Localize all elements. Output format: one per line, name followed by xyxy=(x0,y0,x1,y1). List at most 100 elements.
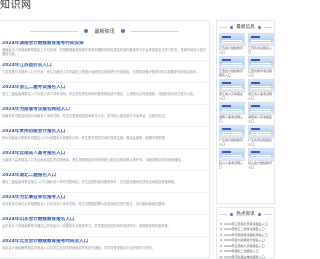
hot-list-item[interactable]: 2024年河南省考试报名网站入口 xyxy=(220,232,271,238)
thumbnail-image[interactable] xyxy=(219,102,245,115)
hot-list-item-text[interactable]: 2024年贵州初级会计报名入口 xyxy=(224,238,265,242)
bullet-icon xyxy=(230,25,234,29)
thumbnail-card[interactable]: 江苏省考试报名入口 xyxy=(248,33,274,54)
thumbnail-image[interactable] xyxy=(219,148,245,161)
thumbnail-card[interactable]: 广东会计继续教育入口 xyxy=(219,125,245,146)
bullet-icon xyxy=(230,212,234,216)
hot-info-panel: 热点资讯 2024年江苏造价员考试报名入口 2024年浙江二建考试报名入口 20… xyxy=(216,207,275,259)
bullet-icon xyxy=(257,25,261,29)
hot-info-header: 热点资讯 xyxy=(217,208,274,220)
divider xyxy=(130,30,179,32)
thumbnail-caption[interactable]: 江苏会计继续教育入口 xyxy=(219,46,245,54)
site-title[interactable]: 知识网 xyxy=(0,0,32,12)
news-item: 2024年云南成人高考报名入口 云南成人高考报名入口为云南省招生考试院官网，考生… xyxy=(2,149,207,171)
news-item-summary: 河北省事业单位公开招聘报名入口为河北人事考试网，考生可根据招聘公告选择岗位进行报… xyxy=(2,202,168,206)
thumbnail-card[interactable]: 江西省教育考试院入口 xyxy=(248,56,274,77)
divider xyxy=(30,30,79,32)
bullet-icon xyxy=(84,29,89,33)
thumbnail-grid: 江苏会计继续教育入口 江苏省考试报名入口 江西会计继续教育报名入口 江西省教育考… xyxy=(217,33,274,169)
latest-news-heading: 最新资讯 xyxy=(94,28,115,35)
latest-info-header: 最新信息 xyxy=(217,21,274,33)
thumbnail-caption[interactable]: 江西会计继续教育报名入口 xyxy=(219,69,245,77)
news-item-summary: 湖南会计人员继续教育报名工作已启动，请按照湖南省财政厅发布的通知安排在规定时间内… xyxy=(2,48,206,57)
thumbnail-card[interactable]: 四川人事考试网入口 xyxy=(219,148,245,169)
thumbnail-image[interactable] xyxy=(248,33,274,46)
hot-list-item[interactable]: 2024年河北事业单位报考入口 xyxy=(220,254,271,259)
thumbnail-image[interactable] xyxy=(219,33,245,46)
thumbnail-image[interactable] xyxy=(248,56,274,69)
thumbnail-card[interactable]: 广东省考试院报名入口 xyxy=(248,125,274,146)
news-item-title[interactable]: 2024年湖北二建报名入口 xyxy=(2,173,207,179)
thumbnail-image[interactable] xyxy=(248,125,274,138)
divider xyxy=(263,26,272,28)
thumbnail-card[interactable]: 四川会计继续教育入口 xyxy=(248,148,274,169)
hot-list-item-text[interactable]: 2024年云南成人高考报名入口 xyxy=(224,244,265,248)
thumbnail-caption[interactable]: 广东会计继续教育入口 xyxy=(219,138,245,146)
thumbnail-card[interactable]: 湖南成人高考报名入口 xyxy=(248,102,274,123)
hot-list-item[interactable]: 2024年云南成人高考报名入口 xyxy=(220,243,271,249)
news-item-title[interactable]: 2024年江苏造价员入口 xyxy=(2,63,207,69)
thumbnail-caption[interactable]: 广东省考试院报名入口 xyxy=(248,138,274,146)
thumbnail-image[interactable] xyxy=(219,79,245,92)
news-item-summary: 河南省考试报名网站为河南省人事考试网，考生可登录网站查询考试公告、进行网上报名和… xyxy=(2,114,168,118)
thumbnail-card[interactable]: 浙江成人高考报名入口 xyxy=(219,79,245,100)
thumbnail-image[interactable] xyxy=(248,148,274,161)
hot-list-item-text[interactable]: 2024年河北事业单位报考入口 xyxy=(224,255,265,259)
news-item-title[interactable]: 2024年云南成人高考报名入口 xyxy=(2,151,207,157)
news-item: 2024年湖南会计继续教育报考时间安排 湖南会计人员继续教育报名工作已启动，请按… xyxy=(2,39,207,61)
hot-list-item-text[interactable]: 2024年浙江二建考试报名入口 xyxy=(224,227,265,231)
thumbnail-caption[interactable]: 江苏省考试报名入口 xyxy=(248,46,274,54)
thumbnail-caption[interactable]: 浙江省人事考试网入口 xyxy=(248,92,274,100)
news-item-title[interactable]: 2024年贵州初级会计报名入口 xyxy=(2,129,207,135)
thumbnail-caption[interactable]: 四川人事考试网入口 xyxy=(219,161,245,169)
news-item-title[interactable]: 2024年北京会计继续教育报考时间及入口 xyxy=(2,239,207,245)
thumbnail-image[interactable] xyxy=(248,79,274,92)
divider xyxy=(263,213,272,215)
thumbnail-caption[interactable]: 江西省教育考试院入口 xyxy=(248,69,274,77)
bullet-icon xyxy=(120,29,125,33)
bullet-icon xyxy=(220,239,222,242)
hot-list-item[interactable]: 2024年浙江二建考试报名入口 xyxy=(220,227,271,233)
thumbnail-caption[interactable]: 浙江成人高考报名入口 xyxy=(219,92,245,100)
news-item: 2024年河北事业单位报考入口 河北省事业单位公开招聘报名入口为河北人事考试网，… xyxy=(2,193,207,215)
hot-list: 2024年江苏造价员考试报名入口 2024年浙江二建考试报名入口 2024年河南… xyxy=(217,220,274,259)
news-item: 2024年湖北二建报名入口 湖北二级建造师考试报名入口为湖北省人事考试院网站，考… xyxy=(2,171,207,193)
bullet-icon xyxy=(220,228,222,231)
bullet-icon xyxy=(257,212,261,216)
news-item-summary: 北京会计继续教育报名时间及入口请关注北京市财政局发布的官方通知，学员可登录指定平… xyxy=(2,246,155,250)
divider xyxy=(219,26,228,28)
news-item-title[interactable]: 2024年河南省考试报名网站入口 xyxy=(2,107,207,113)
news-item-title[interactable]: 2024年河北事业单位报考入口 xyxy=(2,195,207,201)
thumbnail-image[interactable] xyxy=(219,56,245,69)
thumbnail-caption[interactable]: 四川会计继续教育入口 xyxy=(248,161,274,169)
thumbnail-caption[interactable]: 湖南人事考试网入口 xyxy=(219,115,245,123)
thumbnail-card[interactable]: 浙江省人事考试网入口 xyxy=(248,79,274,100)
news-item: 2024年北京会计继续教育报考时间及入口 北京会计继续教育报名时间及入口请关注北… xyxy=(2,237,207,258)
latest-info-heading: 最新信息 xyxy=(236,25,255,30)
hot-list-item-text[interactable]: 2024年江苏造价员考试报名入口 xyxy=(224,222,268,226)
news-item-title[interactable]: 2024年浙江二建考试报名入口 xyxy=(2,85,207,91)
news-item: 2024年河南省考试报名网站入口 河南省考试报名网站为河南省人事考试网，考生可登… xyxy=(2,105,207,127)
divider xyxy=(219,213,228,215)
latest-news-panel: 最新资讯 2024年湖南会计继续教育报考时间安排 湖南会计人员继续教育报名工作已… xyxy=(0,20,210,259)
hot-list-item-text[interactable]: 2024年湖北二建报名入口 xyxy=(224,249,259,253)
news-item: 2024年浙江二建考试报名入口 浙江二级建造师报名入口为浙江省人事考试网，考生需… xyxy=(2,83,207,105)
thumbnail-image[interactable] xyxy=(219,125,245,138)
news-list: 2024年湖南会计继续教育报考时间安排 湖南会计人员继续教育报名工作已启动，请按… xyxy=(2,39,207,258)
latest-info-panel: 最新信息 江苏会计继续教育入口 江苏省考试报名入口 江西会计继续教育报名入口 江… xyxy=(216,20,275,204)
thumbnail-card[interactable]: 江苏会计继续教育入口 xyxy=(219,33,245,54)
latest-news-header: 最新资讯 xyxy=(0,25,209,37)
news-item-title[interactable]: 2024年山东会计继续教育报名入口 xyxy=(2,217,207,223)
thumbnail-card[interactable]: 江西会计继续教育报名入口 xyxy=(219,56,245,77)
news-item-title[interactable]: 2024年湖南会计继续教育报考时间安排 xyxy=(2,41,207,47)
sidebar: 最新信息 江苏会计继续教育入口 江苏省考试报名入口 江西会计继续教育报名入口 江… xyxy=(216,20,275,259)
news-item-summary: 贵州初级会计职称考试报名入口为全国会计资格评价网，考生需在规定时间内完成注册、报… xyxy=(2,136,168,140)
news-item: 2024年贵州初级会计报名入口 贵州初级会计职称考试报名入口为全国会计资格评价网… xyxy=(2,127,207,149)
hot-list-item[interactable]: 2024年贵州初级会计报名入口 xyxy=(220,238,271,244)
hot-list-item[interactable]: 2024年江苏造价员考试报名入口 xyxy=(220,221,271,227)
news-item-summary: 湖北二级建造师考试报名入口为湖北省人事考试院网站，考生应提前核对报考条件，并在报… xyxy=(2,180,178,184)
thumbnail-image[interactable] xyxy=(248,102,274,115)
hot-list-item-text[interactable]: 2024年河南省考试报名网站入口 xyxy=(224,233,268,237)
thumbnail-card[interactable]: 湖南人事考试网入口 xyxy=(219,102,245,123)
thumbnail-caption[interactable]: 湖南成人高考报名入口 xyxy=(248,115,274,123)
